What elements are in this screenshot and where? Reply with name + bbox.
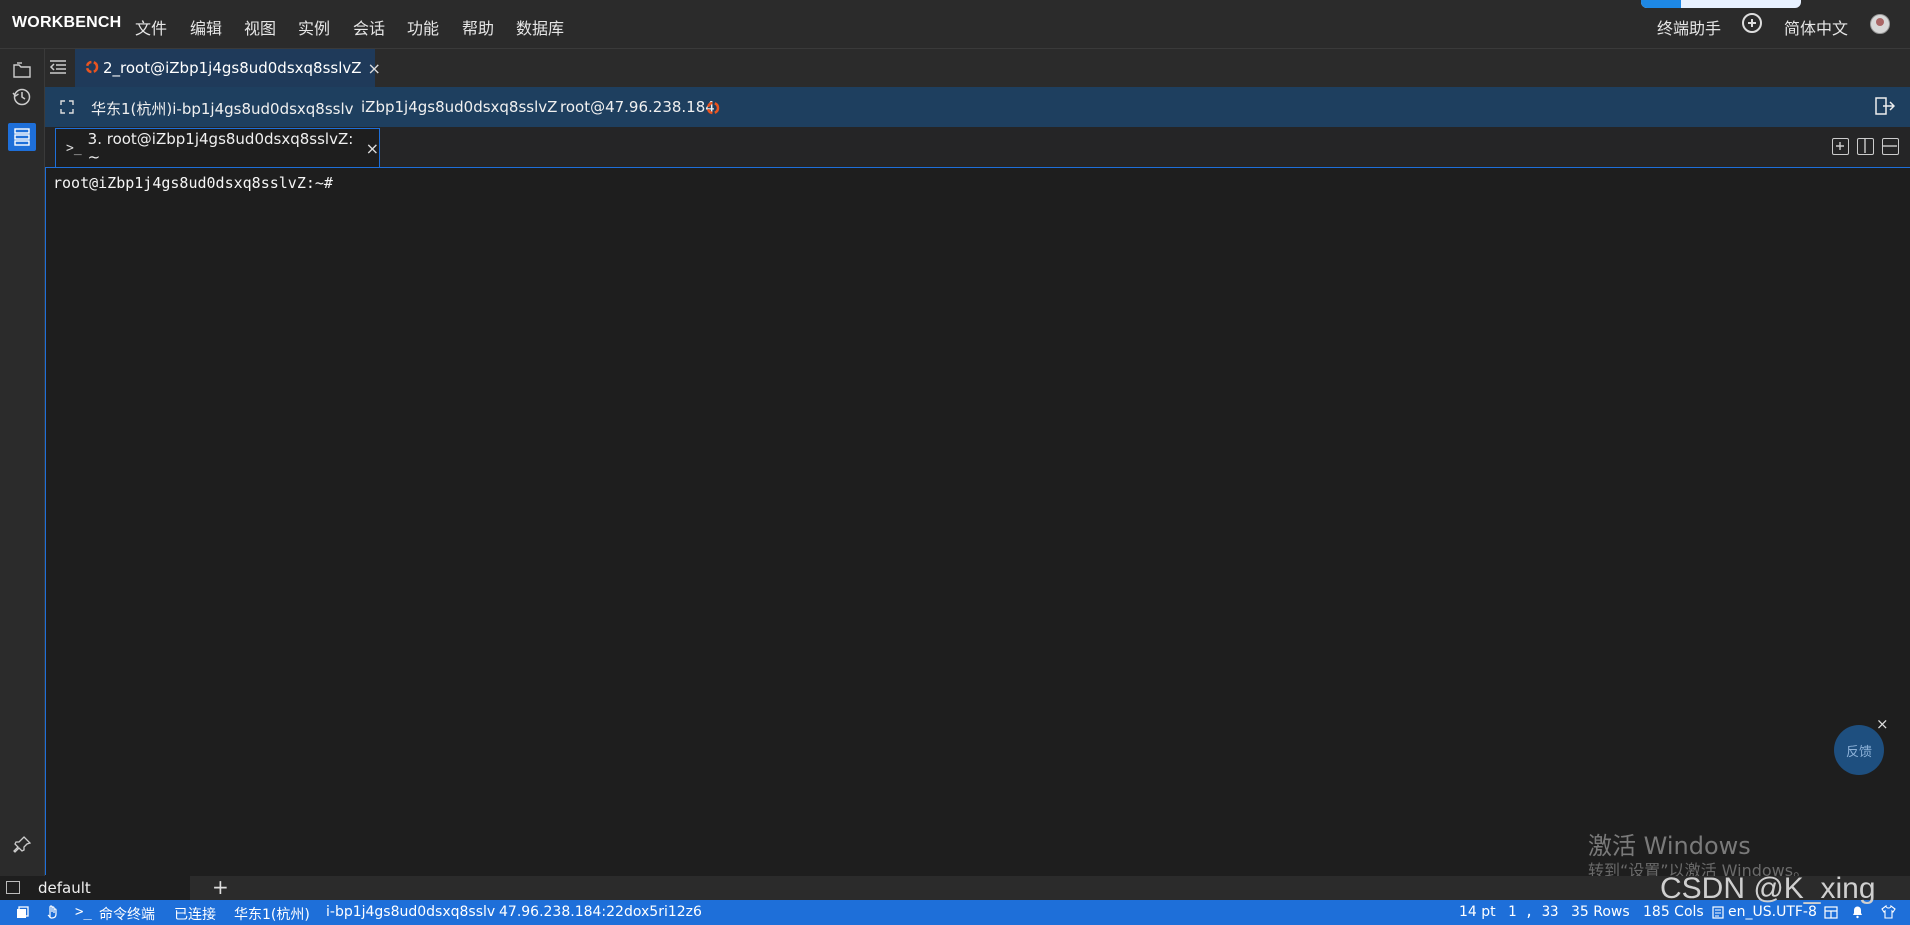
info-region-instance: 华东1(杭州)i-bp1j4gs8ud0dsxq8sslv	[91, 100, 354, 118]
fullscreen-icon[interactable]	[60, 99, 74, 118]
activity-bar	[0, 49, 45, 877]
terminal-tab-bar: >_ 3. root@iZbp1j4gs8ud0dsxq8sslvZ: ~ ×	[45, 127, 1910, 168]
top-progress-fill	[1641, 0, 1681, 8]
terminal-tab-close-icon[interactable]: ×	[366, 139, 379, 158]
terminal-tab[interactable]: >_ 3. root@iZbp1j4gs8ud0dsxq8sslvZ: ~ ×	[55, 128, 380, 167]
add-circle-icon[interactable]	[1742, 13, 1762, 33]
panel-tab-default[interactable]: default	[0, 876, 190, 900]
menu-bar: WORKBENCH 文件 编辑 视图 实例 会话 功能 帮助 数据库 终端助手 …	[0, 0, 1910, 49]
connection-info-bar: 华东1(杭州)i-bp1j4gs8ud0dsxq8sslv iZbp1j4gs8…	[45, 87, 1910, 127]
bell-icon[interactable]	[1851, 905, 1864, 923]
session-tab-bar: 2_root@iZbp1j4gs8ud0dsxq8sslvZ ×	[45, 49, 1910, 87]
language-selector[interactable]: 简体中文	[1784, 15, 1848, 39]
history-icon[interactable]	[8, 83, 36, 111]
status-instance: i-bp1j4gs8ud0dsxq8sslv	[326, 904, 496, 920]
avatar[interactable]	[1870, 14, 1890, 34]
menu-edit[interactable]: 编辑	[190, 15, 222, 39]
command-terminal-icon: >_	[75, 904, 92, 920]
terminal-prompt-icon: >_	[66, 140, 82, 156]
layout-icon[interactable]	[1824, 906, 1838, 923]
terminal-area[interactable]: root@iZbp1j4gs8ud0dsxq8sslvZ:~#	[45, 168, 1910, 875]
menu-file[interactable]: 文件	[135, 15, 167, 39]
terminal-assistant-button[interactable]: 终端助手	[1657, 15, 1721, 39]
top-progress-bar	[1641, 0, 1801, 8]
hand-icon[interactable]	[46, 905, 58, 923]
split-horizontal-icon[interactable]	[1882, 138, 1899, 155]
status-font-size[interactable]: 14 pt	[1459, 904, 1496, 920]
menu-instance[interactable]: 实例	[298, 15, 330, 39]
sessions-icon[interactable]	[8, 123, 36, 151]
split-vertical-icon[interactable]	[1857, 138, 1874, 155]
panel-tab-label: default	[38, 879, 91, 897]
panel-tab-bar: default +	[0, 875, 1910, 900]
new-terminal-icon[interactable]	[1832, 138, 1849, 155]
session-tab-label: 2_root@iZbp1j4gs8ud0dsxq8sslvZ	[103, 59, 362, 77]
collapse-sidebar-icon[interactable]	[49, 59, 67, 79]
add-panel-button[interactable]: +	[212, 875, 229, 899]
windows-activation-title: 激活 Windows	[1588, 832, 1751, 860]
menu-session[interactable]: 会话	[353, 15, 385, 39]
terminal-icon	[6, 881, 20, 894]
pin-icon[interactable]	[8, 831, 36, 859]
files-icon[interactable]	[8, 56, 36, 84]
terminal-prompt: root@iZbp1j4gs8ud0dsxq8sslvZ:~#	[53, 174, 333, 192]
status-cols: 185 Cols	[1643, 904, 1704, 920]
info-user-ip: root@47.96.238.184	[560, 98, 715, 116]
status-bar: >_ 命令终端 已连接 华东1(杭州) i-bp1j4gs8ud0dsxq8ss…	[0, 900, 1910, 925]
copy-icon[interactable]	[16, 906, 29, 923]
menu-features[interactable]: 功能	[407, 15, 439, 39]
encoding-icon	[1712, 906, 1724, 923]
info-hostname: iZbp1j4gs8ud0dsxq8sslvZ	[361, 98, 558, 116]
status-rows: 35 Rows	[1571, 904, 1630, 920]
menu-database[interactable]: 数据库	[516, 15, 564, 39]
status-address: 47.96.238.184:22	[499, 904, 624, 920]
menu-help[interactable]: 帮助	[462, 15, 494, 39]
session-tab[interactable]: 2_root@iZbp1j4gs8ud0dsxq8sslvZ ×	[75, 49, 381, 87]
exit-icon[interactable]	[1875, 97, 1896, 119]
ubuntu-icon	[706, 100, 720, 119]
status-session-id: dox5ri12z6	[624, 904, 702, 920]
app-brand: WORKBENCH	[12, 14, 122, 31]
status-region: 华东1(杭州)	[234, 907, 310, 923]
status-mode[interactable]: 命令终端	[99, 904, 155, 924]
status-cursor: 1 , 33	[1508, 904, 1559, 920]
feedback-close-icon[interactable]: ×	[1876, 715, 1889, 733]
shirt-icon[interactable]	[1881, 904, 1896, 923]
session-tab-close-icon[interactable]: ×	[368, 59, 381, 78]
csdn-watermark: CSDN @K_xing	[1660, 872, 1876, 905]
ubuntu-icon	[85, 59, 99, 78]
terminal-tab-label: 3. root@iZbp1j4gs8ud0dsxq8sslvZ: ~	[87, 130, 354, 166]
menu-view[interactable]: 视图	[244, 15, 276, 39]
status-connection: 已连接	[174, 907, 216, 923]
status-encoding[interactable]: en_US.UTF-8	[1728, 904, 1817, 920]
